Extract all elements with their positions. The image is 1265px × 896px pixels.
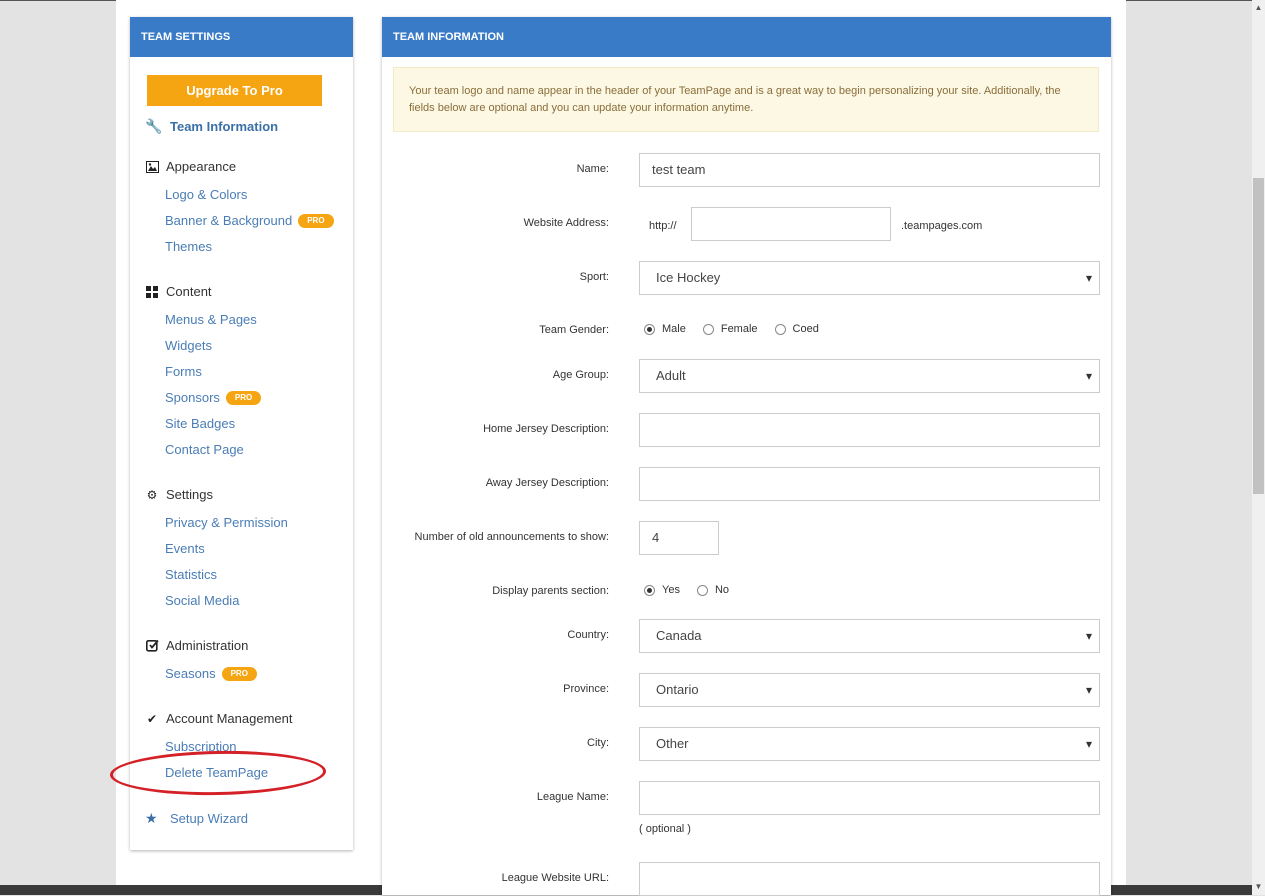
- team-gender-label: Team Gender:: [539, 324, 609, 336]
- radio-label: No: [714, 584, 730, 596]
- radio-label: Female: [720, 323, 758, 335]
- radio-label: Male: [662, 323, 686, 335]
- announcements-input[interactable]: 4: [639, 521, 719, 555]
- section-title: Appearance: [166, 159, 237, 174]
- section-content: Content: [145, 284, 212, 299]
- age-group-label: Age Group:: [552, 369, 609, 381]
- gender-radio-female[interactable]: Female: [702, 323, 758, 335]
- section-title: Administration: [166, 638, 249, 653]
- sport-select[interactable]: Ice Hockey: [639, 261, 1100, 295]
- optional-hint: ( optional ): [639, 823, 691, 835]
- sidebar-item-label: Team Information: [170, 119, 279, 134]
- parents-radio-no[interactable]: No: [696, 584, 730, 596]
- pro-badge: PRO: [221, 666, 257, 681]
- sidebar-item-contact-page[interactable]: Contact Page: [165, 442, 244, 457]
- radio-button[interactable]: [696, 584, 708, 596]
- sidebar-item-widgets[interactable]: Widgets: [165, 338, 212, 353]
- sidebar-item-privacy-permission[interactable]: Privacy & Permission: [165, 515, 288, 530]
- sidebar-item-team-information[interactable]: 🔧 Team Information: [145, 118, 278, 135]
- sidebar-item-banner-background[interactable]: Banner & Background PRO: [165, 213, 334, 228]
- info-notice: Your team logo and name appear in the he…: [393, 67, 1099, 132]
- province-select[interactable]: Ontario: [639, 673, 1100, 707]
- province-label: Province:: [563, 683, 609, 695]
- announcements-label: Number of old announcements to show:: [414, 531, 609, 543]
- section-appearance: Appearance: [145, 159, 236, 174]
- name-label: Name:: [576, 163, 609, 175]
- parents-radio-yes[interactable]: Yes: [644, 584, 680, 596]
- upgrade-to-pro-button[interactable]: Upgrade To Pro: [147, 75, 322, 106]
- sidebar-item-setup-wizard[interactable]: ★ Setup Wizard: [145, 810, 248, 827]
- sidebar-item-statistics[interactable]: Statistics: [165, 567, 217, 582]
- league-name-input[interactable]: [639, 781, 1100, 815]
- team-settings-sidebar: TEAM SETTINGS Upgrade To Pro 🔧 Team Info…: [109, 17, 353, 850]
- scroll-up-arrow-icon[interactable]: ▲: [1252, 2, 1265, 14]
- sidebar-item-events[interactable]: Events: [165, 541, 205, 556]
- parents-section-label: Display parents section:: [492, 585, 609, 597]
- website-suffix: .teampages.com: [901, 220, 983, 232]
- radio-button[interactable]: [702, 323, 714, 335]
- away-jersey-label: Away Jersey Description:: [485, 477, 609, 489]
- website-label: Website Address:: [523, 217, 609, 229]
- sidebar-item-themes[interactable]: Themes: [165, 239, 212, 254]
- pro-badge: PRO: [225, 390, 262, 405]
- section-administration: Administration: [145, 638, 248, 653]
- parents-radio-group: Yes No: [644, 584, 746, 596]
- sidebar-item-sponsors[interactable]: Sponsors PRO: [165, 390, 262, 405]
- section-settings: ⚙ Settings: [145, 487, 213, 502]
- edit-checkbox-icon: [145, 639, 159, 653]
- sidebar-item-label: Banner & Background: [165, 213, 293, 228]
- home-jersey-label: Home Jersey Description:: [483, 423, 609, 435]
- red-annotation-circle: [109, 749, 327, 797]
- website-input[interactable]: [691, 207, 891, 241]
- panel-header: TEAM INFORMATION: [382, 17, 1111, 57]
- sidebar-item-forms[interactable]: Forms: [165, 364, 202, 379]
- section-title: Account Management: [166, 711, 293, 726]
- website-prefix: http://: [649, 220, 677, 232]
- scroll-down-arrow-icon[interactable]: ▼: [1252, 881, 1265, 893]
- grid-icon: [145, 285, 159, 299]
- section-title: Settings: [166, 487, 213, 502]
- sidebar-item-label: Setup Wizard: [170, 811, 249, 826]
- section-account-management: ✔ Account Management: [145, 711, 293, 726]
- league-url-label: League Website URL:: [501, 872, 609, 884]
- sidebar-item-social-media[interactable]: Social Media: [165, 593, 239, 608]
- sidebar-header: TEAM SETTINGS: [130, 17, 353, 57]
- sidebar-item-seasons[interactable]: Seasons PRO: [165, 666, 257, 681]
- gear-icon: ⚙: [146, 487, 158, 502]
- age-group-select[interactable]: Adult: [639, 359, 1100, 393]
- checkmark-icon: ✔: [146, 711, 158, 726]
- gender-radio-male[interactable]: Male: [644, 323, 686, 335]
- wrench-icon: 🔧: [145, 118, 163, 134]
- star-icon: ★: [145, 810, 158, 826]
- city-select[interactable]: Other: [639, 727, 1100, 761]
- sidebar-item-site-badges[interactable]: Site Badges: [165, 416, 235, 431]
- team-information-panel: TEAM INFORMATION Your team logo and name…: [382, 17, 1111, 896]
- pro-badge: PRO: [298, 213, 334, 228]
- radio-button[interactable]: [644, 584, 655, 596]
- country-label: Country:: [567, 629, 609, 641]
- radio-label: Yes: [662, 584, 680, 596]
- city-label: City:: [587, 737, 609, 749]
- gender-radio-coed[interactable]: Coed: [774, 323, 819, 335]
- radio-label: Coed: [792, 323, 819, 335]
- away-jersey-input[interactable]: [639, 467, 1100, 501]
- scroll-thumb[interactable]: [1253, 178, 1264, 494]
- country-select[interactable]: Canada: [639, 619, 1100, 653]
- sidebar-item-logo-colors[interactable]: Logo & Colors: [165, 187, 247, 202]
- league-url-input[interactable]: [639, 862, 1100, 896]
- sport-label: Sport:: [579, 271, 609, 283]
- vertical-scrollbar[interactable]: ▲ ▼: [1252, 0, 1265, 895]
- radio-button[interactable]: [644, 323, 655, 335]
- team-gender-radio-group: Male Female Coed: [644, 323, 836, 335]
- section-title: Content: [166, 284, 212, 299]
- image-icon: [145, 160, 159, 174]
- name-input[interactable]: test team: [639, 153, 1100, 187]
- sidebar-item-label: Seasons: [165, 666, 216, 681]
- radio-button[interactable]: [774, 323, 786, 335]
- league-name-label: League Name:: [536, 791, 609, 803]
- sidebar-item-label: Sponsors: [165, 390, 220, 405]
- home-jersey-input[interactable]: [639, 413, 1100, 447]
- sidebar-item-menus-pages[interactable]: Menus & Pages: [165, 312, 257, 327]
